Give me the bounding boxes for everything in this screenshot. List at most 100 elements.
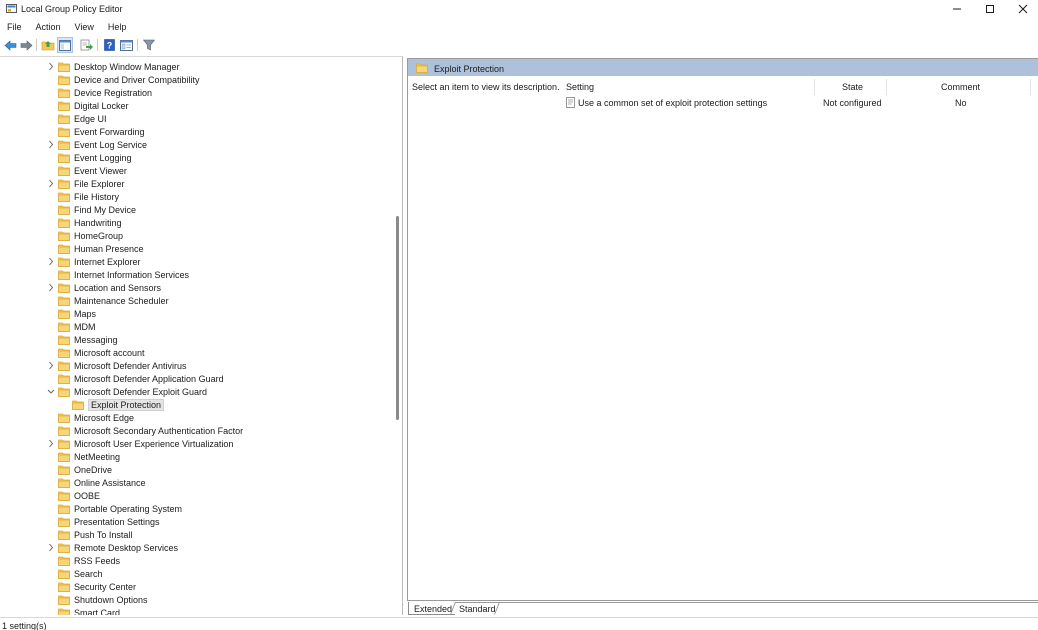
tree-item[interactable]: RSS Feeds [58,554,120,567]
tree-item-label: Event Logging [74,152,132,163]
tree-item[interactable]: Internet Explorer [49,255,141,268]
chevron-right-icon[interactable] [47,283,55,292]
tree-item[interactable]: File History [58,190,119,203]
help-button[interactable]: ? [101,37,117,53]
tree-item[interactable]: Event Log Service [49,138,148,151]
folder-icon [58,556,70,566]
tree-item[interactable]: Online Assistance [58,476,146,489]
tree-item[interactable]: Event Forwarding [58,125,145,138]
folder-icon [58,452,70,462]
tree-item[interactable]: Event Logging [58,151,132,164]
menu-help[interactable]: Help [101,20,134,34]
tree-item-label: Microsoft Defender Application Guard [74,373,224,384]
tree-item[interactable]: Search [58,567,103,580]
tree-item[interactable]: Human Presence [58,242,144,255]
close-button[interactable] [1006,0,1038,18]
tab-edge [494,602,500,615]
filter-button[interactable] [141,37,157,53]
forward-button[interactable] [18,37,34,53]
tree-item[interactable]: File Explorer [49,177,125,190]
tree-item[interactable]: Microsoft Secondary Authentication Facto… [58,424,243,437]
tree-item[interactable]: Push To Install [58,528,132,541]
tree-item[interactable]: Desktop Window Manager [49,60,180,73]
tree-item[interactable]: Portable Operating System [58,502,182,515]
tree-item[interactable]: Edge UI [58,112,107,125]
folder-icon [72,400,84,410]
properties-button[interactable] [118,37,134,53]
tree-item-label: Microsoft Secondary Authentication Facto… [74,425,244,436]
column-header-comment[interactable]: Comment [941,82,980,96]
tree-item[interactable]: Microsoft Edge [58,411,134,424]
tree-item[interactable]: Remote Desktop Services [49,541,178,554]
tree-item[interactable]: Handwriting [58,216,122,229]
chevron-down-icon[interactable] [47,387,55,396]
menu-file[interactable]: File [0,20,29,34]
chevron-right-icon[interactable] [47,62,55,71]
tree-item[interactable]: Device Registration [58,86,152,99]
folder-icon [58,205,70,215]
tree-item[interactable]: Messaging [58,333,118,346]
tree-item[interactable]: Microsoft User Experience Virtualization [49,437,233,450]
description-text: Select an item to view its description. [412,82,560,92]
tree-item[interactable]: Device and Driver Compatibility [58,73,200,86]
chevron-right-icon[interactable] [47,361,55,370]
tree-item[interactable]: Digital Locker [58,99,129,112]
export-list-button[interactable] [78,37,94,53]
back-button[interactable] [2,37,18,53]
show-hide-tree-button[interactable] [57,37,73,53]
tree-item-label: Event Log Service [74,139,148,150]
policy-tree[interactable]: Desktop Window Manager Device and Driver … [0,56,403,615]
close-icon [1018,4,1028,14]
up-one-level-button[interactable] [40,37,56,53]
chevron-right-icon[interactable] [47,140,55,149]
tree-item[interactable]: HomeGroup [58,229,123,242]
tree-item[interactable]: Maps [58,307,96,320]
tab-standard[interactable]: Standard [454,602,499,615]
filter-icon [143,39,155,51]
tree-item[interactable]: Microsoft Defender Exploit Guard [47,385,207,398]
table-row[interactable]: Use a common set of exploit protection s… [564,96,1038,109]
chevron-right-icon[interactable] [47,257,55,266]
tree-item[interactable]: Find My Device [58,203,136,216]
tree-item[interactable]: MDM [58,320,96,333]
tree-item[interactable]: Presentation Settings [58,515,160,528]
column-divider[interactable] [1030,79,1031,95]
tree-item-label: Shutdown Options [74,594,148,605]
tree-item[interactable]: Event Viewer [58,164,127,177]
chevron-right-icon[interactable] [47,439,55,448]
status-text: 1 setting(s) [2,621,47,630]
show-hide-tree-icon [59,39,71,51]
menu-action[interactable]: Action [29,20,68,34]
folder-icon [58,244,70,254]
tree-item[interactable]: OOBE [58,489,100,502]
chevron-right-icon[interactable] [47,543,55,552]
tree-item[interactable]: Maintenance Scheduler [58,294,169,307]
tree-scrollbar-thumb[interactable] [396,216,399,420]
tree-item[interactable]: Internet Information Services [58,268,189,281]
tree-item[interactable]: OneDrive [58,463,112,476]
folder-icon [58,335,70,345]
tree-item[interactable]: Microsoft account [58,346,145,359]
tree-item[interactable]: Shutdown Options [58,593,148,606]
tree-item-label: Push To Install [74,529,133,540]
tree-item[interactable]: Exploit Protection [72,398,165,411]
tree-item[interactable]: Microsoft Defender Application Guard [58,372,224,385]
tree-item-label: Messaging [74,334,118,345]
menu-view[interactable]: View [68,20,101,34]
tree-item-label: File History [74,191,120,202]
tree-item[interactable]: Location and Sensors [49,281,161,294]
tree-item[interactable]: Security Center [58,580,136,593]
column-divider[interactable] [886,79,887,95]
column-divider[interactable] [814,79,815,95]
column-header-setting[interactable]: Setting [566,82,594,96]
minimize-button[interactable] [940,0,974,18]
chevron-right-icon[interactable] [47,179,55,188]
tab-extended[interactable]: Extended [408,602,456,615]
tree-item[interactable]: Smart Card [58,606,120,615]
tree-item-label: Handwriting [74,217,122,228]
column-header-state[interactable]: State [842,82,863,96]
tree-item[interactable]: Microsoft Defender Antivirus [49,359,187,372]
maximize-button[interactable] [973,0,1007,18]
tree-item[interactable]: NetMeeting [58,450,120,463]
folder-icon [58,413,70,423]
